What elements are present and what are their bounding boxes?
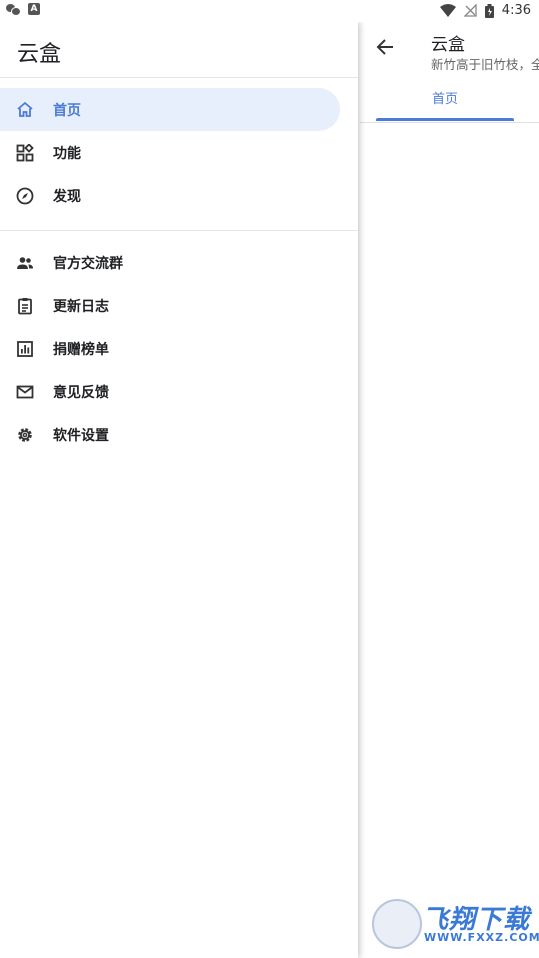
app-subtitle: 新竹高于旧竹枝，全 (431, 57, 539, 72)
nav-item-donation-list[interactable]: 捐赠榜单 (0, 327, 340, 370)
nav-item-label: 捐赠榜单 (53, 341, 109, 358)
compass-icon (16, 187, 34, 205)
nav-item-label: 首页 (53, 102, 81, 119)
clock: 4:36 (501, 3, 531, 18)
nav-item-official-group[interactable]: 官方交流群 (0, 241, 340, 284)
nav-item-label: 软件设置 (53, 427, 109, 444)
drawer-section-divider (0, 230, 358, 231)
nav-item-home[interactable]: 首页 (0, 88, 340, 131)
widgets-icon (16, 143, 34, 162)
group-icon (16, 254, 34, 272)
nav-item-features[interactable]: 功能 (0, 131, 340, 174)
watermark-logo: 飞翔下载 WWW.FXXZ.COM (372, 897, 539, 949)
home-icon (16, 101, 34, 119)
tab-indicator (376, 118, 514, 121)
no-signal-icon (463, 4, 477, 17)
drawer-title: 云盒 (17, 42, 62, 67)
gear-icon (16, 426, 34, 444)
bar-chart-icon (16, 340, 34, 358)
nav-item-label: 发现 (53, 188, 81, 205)
nav-item-feedback[interactable]: 意见反馈 (0, 370, 340, 413)
nav-item-label: 更新日志 (53, 298, 109, 315)
clipboard-icon (16, 297, 34, 315)
tab-home[interactable]: 首页 (376, 88, 514, 107)
nav-item-changelog[interactable]: 更新日志 (0, 284, 340, 327)
mail-icon (16, 383, 34, 401)
app-title: 云盒 (431, 35, 465, 55)
watermark-url: WWW.FXXZ.COM (424, 931, 539, 944)
status-bar: A 4:36 (0, 0, 539, 22)
battery-icon (484, 3, 494, 18)
navigation-drawer: 云盒 首页 功能 发现 官方交流群 更新日志 捐赠榜单 意见反馈 软件设置 (0, 22, 358, 958)
nav-item-label: 意见反馈 (53, 384, 109, 401)
watermark-emblem-icon (372, 899, 422, 949)
drawer-header-divider (0, 77, 358, 78)
back-arrow-icon[interactable] (376, 38, 404, 62)
nav-item-label: 官方交流群 (53, 255, 123, 272)
wifi-icon (439, 3, 456, 17)
nav-item-settings[interactable]: 软件设置 (0, 413, 340, 456)
nav-item-discover[interactable]: 发现 (0, 174, 340, 217)
wechat-notification-icon (6, 3, 21, 16)
nav-item-label: 功能 (53, 145, 81, 162)
notification-badge-icon: A (28, 3, 40, 15)
